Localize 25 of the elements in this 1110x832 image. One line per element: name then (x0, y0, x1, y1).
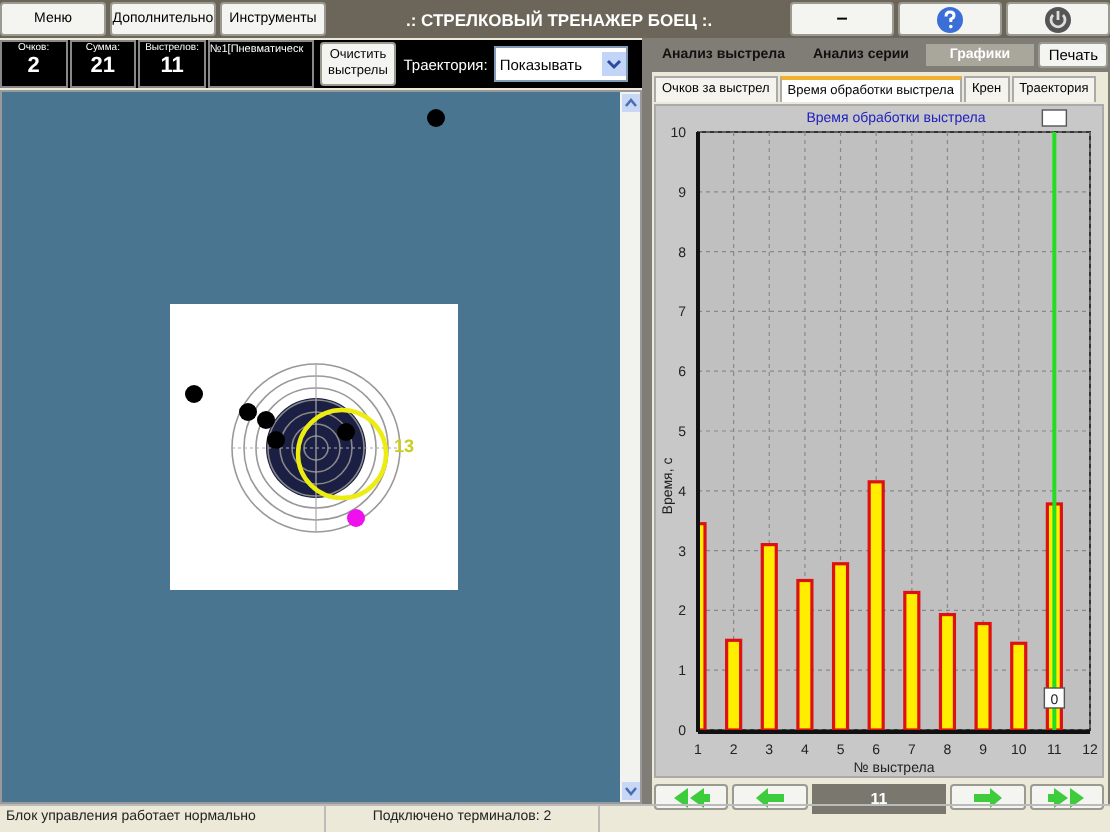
previous-button[interactable] (732, 784, 808, 810)
chevron-down-icon[interactable] (621, 782, 639, 800)
power-icon (1044, 5, 1072, 33)
value-tag (1043, 687, 1066, 709)
stat-value: 21 (90, 54, 116, 80)
first-button[interactable] (654, 784, 729, 810)
help-button[interactable] (898, 2, 1002, 36)
left-arrow-icon (753, 787, 786, 807)
score-label: 13 (394, 436, 415, 456)
double-left-arrow-icon (671, 787, 712, 807)
right-arrow-icon (972, 787, 1005, 807)
stat-value: 2 (27, 54, 40, 80)
next-button[interactable] (950, 784, 1026, 810)
window-title: .: СТРЕЛКОВЫЙ ТРЕНАЖЕР БОЕЦ :. (404, 7, 715, 34)
minimize-button[interactable]: – (790, 2, 894, 36)
stat-value: 11 (160, 54, 184, 80)
chevron-down-icon (602, 52, 627, 76)
double-right-arrow-icon (1046, 787, 1087, 807)
last-button[interactable] (1029, 784, 1105, 810)
power-button[interactable] (1006, 2, 1110, 36)
shot-number: 11 (811, 784, 947, 814)
shot-mark (426, 108, 446, 128)
scrollbar[interactable] (620, 92, 640, 802)
chevron-up-icon[interactable] (621, 94, 639, 112)
help-icon (936, 5, 964, 33)
